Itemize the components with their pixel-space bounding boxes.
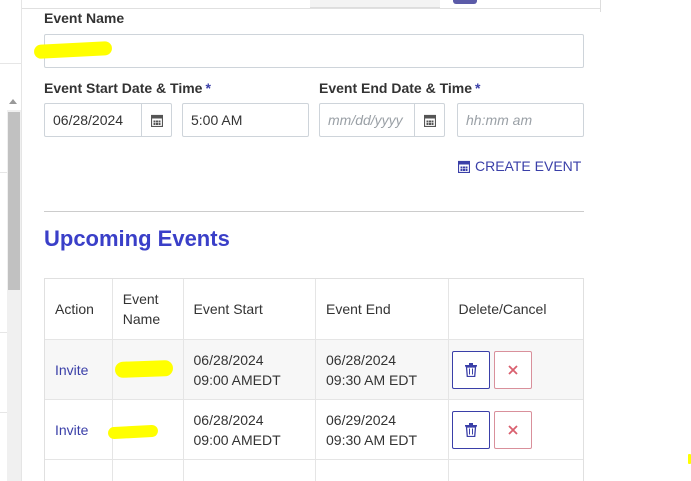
header-event-name: Event Name xyxy=(113,279,184,339)
end-date-input[interactable]: mm/dd/yyyy xyxy=(319,103,445,137)
start-datetime-label: Event Start Date & Time * xyxy=(44,80,211,96)
delete-button[interactable] xyxy=(451,350,490,389)
event-start-time: 09:00 AMEDT xyxy=(193,431,281,448)
section-divider xyxy=(44,211,584,212)
start-time-input[interactable]: 5:00 AM xyxy=(182,103,309,137)
trash-icon xyxy=(464,362,477,377)
calendar-icon xyxy=(150,114,163,127)
scrollbar-thumb[interactable] xyxy=(8,112,20,290)
top-tab[interactable] xyxy=(310,0,440,8)
invite-link[interactable]: Invite xyxy=(55,360,88,380)
redaction-highlight xyxy=(114,359,174,379)
event-start-date: 06/28/2024 xyxy=(193,351,264,368)
cancel-button[interactable] xyxy=(493,410,532,449)
header-delete-cancel: Delete/Cancel xyxy=(458,301,547,317)
event-name-label: Event Name xyxy=(44,10,125,26)
end-datetime-label: Event End Date & Time * xyxy=(319,80,481,96)
top-rule xyxy=(22,8,600,9)
end-time-input[interactable]: hh:mm am xyxy=(457,103,584,137)
start-date-input[interactable]: 06/28/2024 xyxy=(44,103,172,137)
top-tab-button[interactable] xyxy=(453,0,477,4)
header-event-end: Event End xyxy=(316,279,449,339)
header-action: Action xyxy=(45,279,113,339)
scroll-up-arrow[interactable] xyxy=(9,99,17,104)
event-start-time: 09:00 AMEDT xyxy=(193,371,281,388)
calendar-icon xyxy=(423,114,436,127)
event-name-input[interactable] xyxy=(44,34,584,68)
table-empty-row xyxy=(45,460,583,481)
header-event-start: Event Start xyxy=(184,279,317,339)
close-icon xyxy=(507,424,518,435)
create-event-button[interactable]: CREATE EVENT xyxy=(458,158,581,174)
event-end-time: 09:30 AM EDT xyxy=(326,371,418,388)
right-divider xyxy=(600,0,601,12)
invite-link[interactable]: Invite xyxy=(55,420,88,440)
start-calendar-button[interactable] xyxy=(141,104,171,136)
event-end-time: 09:30 AM EDT xyxy=(326,431,418,448)
delete-button[interactable] xyxy=(451,410,490,449)
events-table: Action Event Name Event Start Event End … xyxy=(44,278,584,481)
event-start-date: 06/28/2024 xyxy=(193,411,264,428)
trash-icon xyxy=(464,422,477,437)
calendar-icon xyxy=(458,160,470,173)
create-event-label: CREATE EVENT xyxy=(475,158,582,174)
end-calendar-button[interactable] xyxy=(414,104,444,136)
event-end-date: 06/28/2024 xyxy=(326,351,397,368)
cancel-button[interactable] xyxy=(493,350,532,389)
close-icon xyxy=(507,364,518,375)
event-end-date: 06/29/2024 xyxy=(326,411,397,428)
upcoming-events-title: Upcoming Events xyxy=(44,226,230,251)
table-header-row: Action Event Name Event Start Event End … xyxy=(45,279,583,340)
